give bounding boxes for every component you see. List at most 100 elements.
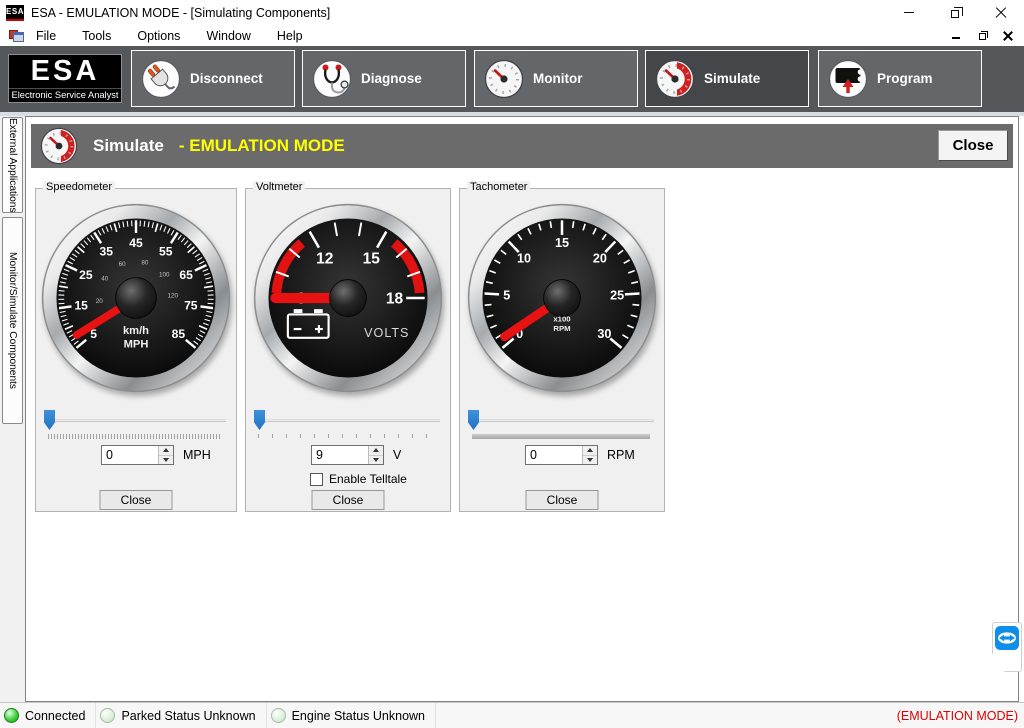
slider-thumb[interactable] — [468, 410, 479, 430]
speedometer-close-button[interactable]: Close — [100, 490, 173, 510]
esa-logo: ESA Electronic Service Analyst — [8, 54, 122, 103]
input-value: 0 — [530, 448, 537, 462]
side-tab-strip: External Applications Monitor/Simulate C… — [0, 116, 25, 702]
child-minimize-button[interactable] — [950, 30, 962, 42]
toolbar-simulate-button[interactable]: Simulate — [645, 50, 809, 107]
minimize-button[interactable] — [886, 0, 932, 25]
menu-window[interactable]: Window — [206, 29, 250, 43]
svg-text:100: 100 — [159, 272, 170, 279]
toolbar-disconnect-button[interactable]: Disconnect — [131, 50, 295, 107]
svg-text:60: 60 — [119, 261, 127, 268]
esa-logo-text: ESA — [9, 55, 121, 88]
voltmeter-panel: Voltmeter 9121518VOLTS 9 V Enable Tel — [245, 188, 451, 512]
speedometer-slider[interactable] — [44, 410, 226, 431]
toolbar-program-button[interactable]: Program — [818, 50, 982, 107]
slider-thumb[interactable] — [44, 410, 55, 430]
status-led-dim-icon — [100, 708, 115, 723]
status-label: Engine Status Unknown — [292, 709, 425, 723]
gauge-icon — [484, 59, 524, 99]
speedometer-value-input[interactable]: 0 — [101, 445, 174, 465]
close-icon — [995, 7, 1007, 19]
minimize-icon — [952, 37, 960, 39]
spin-up-button[interactable] — [369, 446, 383, 456]
toolbar-button-label: Disconnect — [190, 71, 263, 86]
menu-options[interactable]: Options — [137, 29, 180, 43]
tab-monitor-simulate-components[interactable]: Monitor/Simulate Components — [2, 217, 23, 424]
svg-text:40: 40 — [101, 276, 109, 283]
window-controls — [886, 0, 1024, 25]
voltmeter-slider[interactable] — [254, 410, 440, 431]
menu-tools[interactable]: Tools — [82, 29, 111, 43]
spinner — [368, 446, 383, 464]
svg-text:20: 20 — [593, 251, 607, 265]
spin-up-button[interactable] — [583, 446, 597, 456]
svg-text:65: 65 — [179, 268, 193, 282]
toolbar-diagnose-button[interactable]: Diagnose — [302, 50, 466, 107]
status-label: Connected — [25, 709, 85, 723]
status-label: Parked Status Unknown — [121, 709, 255, 723]
restore-button[interactable] — [932, 0, 978, 25]
spinner — [158, 446, 173, 464]
svg-text:15: 15 — [555, 236, 569, 250]
svg-text:18: 18 — [386, 291, 404, 308]
child-close-button[interactable] — [1002, 30, 1014, 42]
svg-text:25: 25 — [610, 288, 624, 302]
menu-bar: File Tools Options Window Help — [0, 25, 1024, 46]
spin-up-button[interactable] — [159, 446, 173, 456]
teamviewer-icon — [995, 626, 1019, 650]
menu-help[interactable]: Help — [277, 29, 303, 43]
enable-telltale-row: Enable Telltale — [310, 472, 407, 486]
slider-ticks — [472, 434, 650, 439]
tachometer-close-button[interactable]: Close — [526, 490, 599, 510]
unit-label: MPH — [183, 448, 211, 462]
unit-label: RPM — [607, 448, 635, 462]
status-engine: Engine Status Unknown — [267, 703, 436, 728]
child-restore-button[interactable] — [976, 30, 988, 42]
spin-down-button[interactable] — [159, 456, 173, 465]
voltmeter-close-button[interactable]: Close — [312, 490, 385, 510]
checkbox-label: Enable Telltale — [329, 472, 407, 486]
title-bar: ESA ESA - EMULATION MODE - [Simulating C… — [0, 0, 1024, 25]
spin-down-button[interactable] — [583, 456, 597, 465]
app-icon: ESA — [6, 5, 24, 21]
spinner — [582, 446, 597, 464]
tachometer-slider[interactable] — [468, 410, 654, 431]
tab-external-applications[interactable]: External Applications — [2, 117, 23, 213]
tachometer-gauge: 051015202530x100RPM — [465, 201, 659, 395]
minimize-icon — [904, 12, 914, 14]
menu-file[interactable]: File — [36, 29, 56, 43]
unit-label: V — [393, 448, 401, 462]
gauge-red-icon — [655, 59, 695, 99]
slider-track — [470, 419, 654, 422]
svg-text:120: 120 — [168, 293, 179, 300]
toolbar-button-label: Program — [877, 71, 933, 86]
tachometer-panel: Tachometer 051015202530x100RPM 0 RPM Clo… — [459, 188, 665, 512]
header-title: Simulate — [93, 136, 164, 156]
close-window-button[interactable] — [978, 0, 1024, 25]
panel-title: Voltmeter — [253, 181, 305, 193]
header-close-button[interactable]: Close — [938, 130, 1008, 161]
slider-thumb[interactable] — [254, 410, 265, 430]
status-connected: Connected — [0, 703, 96, 728]
panel-title: Speedometer — [43, 181, 115, 193]
voltmeter-value-input[interactable]: 9 — [311, 445, 384, 465]
tachometer-value-input[interactable]: 0 — [525, 445, 598, 465]
status-led-dim-icon — [271, 708, 286, 723]
close-icon — [1003, 31, 1013, 41]
child-window-controls — [950, 30, 1014, 42]
voltmeter-gauge: 9121518VOLTS — [251, 201, 445, 395]
svg-text:MPH: MPH — [124, 338, 149, 350]
enable-telltale-checkbox[interactable] — [310, 473, 323, 486]
svg-text:85: 85 — [172, 327, 186, 341]
svg-text:75: 75 — [184, 299, 198, 313]
spin-down-button[interactable] — [369, 456, 383, 465]
slider-ticks — [258, 434, 436, 438]
toolbar-monitor-button[interactable]: Monitor — [474, 50, 638, 107]
status-parked: Parked Status Unknown — [96, 703, 266, 728]
app-icon-text: ESA — [6, 7, 24, 16]
plug-icon — [141, 59, 181, 99]
svg-text:15: 15 — [74, 299, 88, 313]
window-title: ESA - EMULATION MODE - [Simulating Compo… — [31, 6, 330, 20]
status-bar: Connected Parked Status Unknown Engine S… — [0, 702, 1024, 728]
emulation-mode-label: (EMULATION MODE) — [897, 709, 1024, 723]
